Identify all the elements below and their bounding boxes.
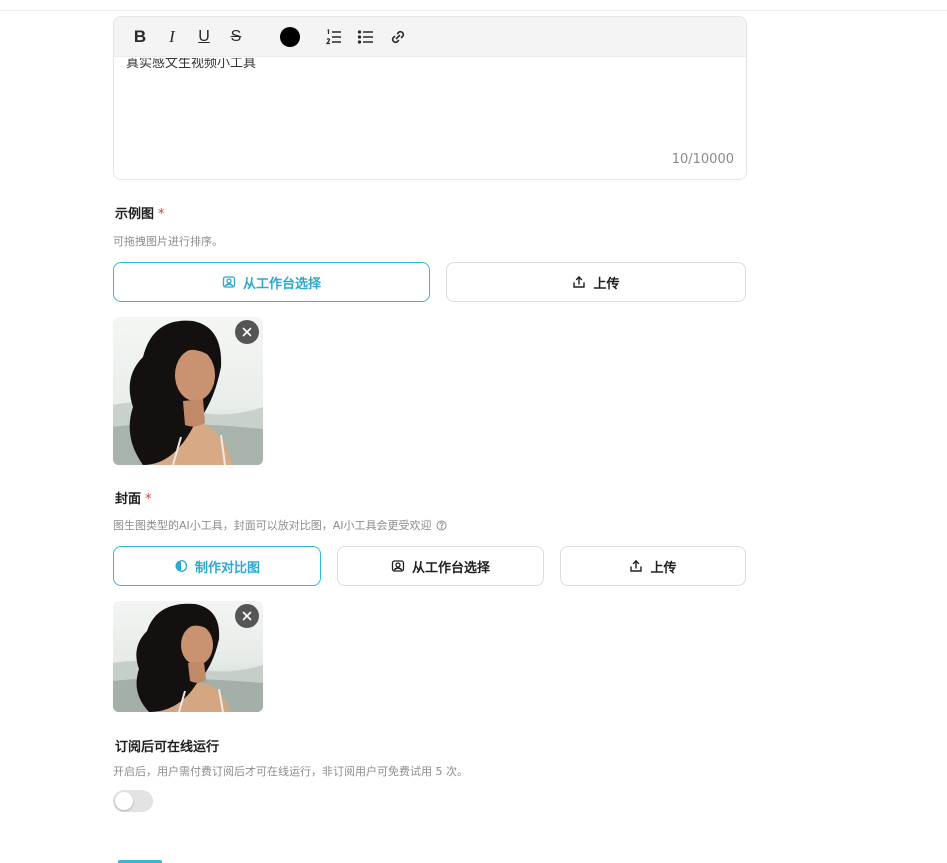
cover-label: 封面 * (115, 488, 152, 507)
cover-hint-text: 图生图类型的AI小工具，封面可以放对比图，AI小工具会更受欢迎 (113, 519, 432, 532)
required-mark: * (158, 207, 165, 222)
text-color-icon[interactable] (274, 21, 306, 53)
compare-icon (174, 559, 188, 573)
italic-icon[interactable]: I (156, 21, 188, 53)
close-icon (242, 611, 252, 621)
remove-example-image-button[interactable] (235, 320, 259, 344)
workspace-icon (222, 275, 236, 289)
character-counter: 10/10000 (671, 152, 734, 167)
cover-workspace-button[interactable]: 从工作台选择 (337, 546, 544, 586)
cover-hint: 图生图类型的AI小工具，封面可以放对比图，AI小工具会更受欢迎 (113, 517, 447, 533)
subscription-hint: 开启后，用户需付费订阅后才可在线运行，非订阅用户可免费试用 5 次。 (113, 765, 468, 778)
description-editor: B I U S 真实感文生视频小工具 10/10000 (113, 16, 747, 180)
subscription-label: 订阅后可在线运行 (115, 740, 220, 755)
examples-workspace-button[interactable]: 从工作台选择 (113, 262, 430, 302)
text-color-swatch (280, 26, 300, 47)
make-comparison-button[interactable]: 制作对比图 (113, 546, 321, 586)
upload-icon (572, 275, 586, 289)
cover-upload-button[interactable]: 上传 (560, 546, 746, 586)
cover-image[interactable] (113, 601, 263, 712)
workspace-icon (391, 559, 405, 573)
toggle-knob (115, 792, 133, 810)
close-icon (242, 327, 252, 337)
cover-workspace-label: 从工作台选择 (411, 560, 490, 576)
cover-upload-label: 上传 (650, 560, 677, 576)
bullet-list-icon[interactable] (350, 21, 382, 53)
help-circle-icon[interactable] (436, 520, 447, 531)
examples-label-text: 示例图 (115, 207, 155, 222)
top-divider (0, 10, 947, 11)
subscription-toggle[interactable] (113, 790, 153, 812)
cover-label-text: 封面 (115, 492, 142, 507)
examples-workspace-label: 从工作台选择 (242, 276, 321, 292)
page: B I U S 真实感文生视频小工具 10/10000 示例图 * 可拖拽图片进… (0, 0, 947, 863)
link-icon[interactable] (382, 21, 414, 53)
ordered-list-icon[interactable] (318, 21, 350, 53)
examples-upload-button[interactable]: 上传 (446, 262, 746, 302)
upload-icon (629, 559, 643, 573)
examples-upload-label: 上传 (593, 276, 620, 292)
remove-cover-image-button[interactable] (235, 604, 259, 628)
strikethrough-icon[interactable]: S (220, 21, 252, 53)
bold-icon[interactable]: B (124, 21, 156, 53)
editor-toolbar: B I U S (114, 17, 746, 57)
example-image[interactable] (113, 317, 263, 465)
make-comparison-label: 制作对比图 (194, 560, 260, 576)
examples-label: 示例图 * (115, 203, 165, 222)
required-mark: * (145, 492, 152, 507)
underline-icon[interactable]: U (188, 21, 220, 53)
examples-hint: 可拖拽图片进行排序。 (113, 235, 223, 248)
